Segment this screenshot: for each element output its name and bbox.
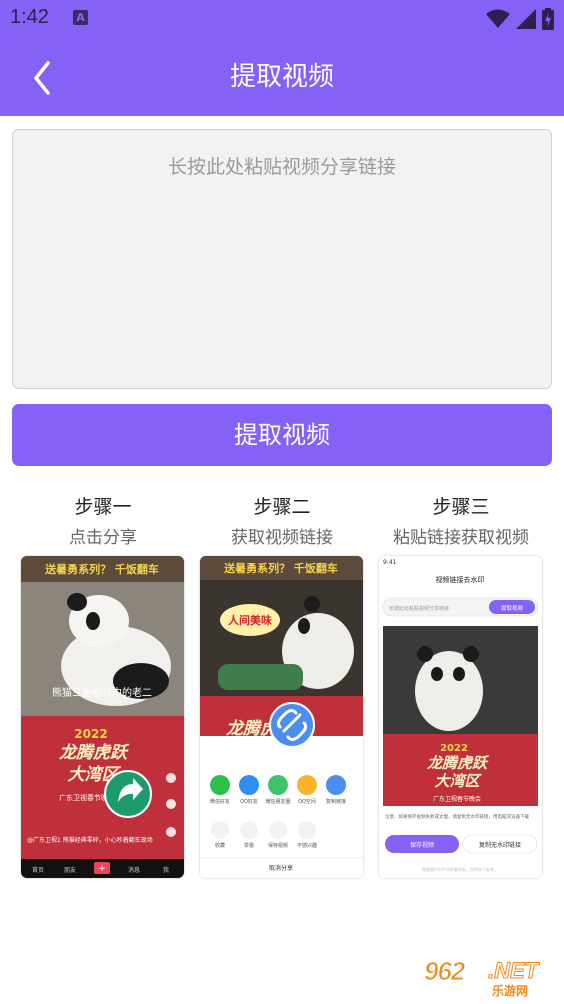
panda-ear-left bbox=[67, 593, 87, 611]
page-title: 提取视频 bbox=[229, 62, 334, 92]
panda-eye-patch bbox=[86, 612, 100, 630]
step2-screenshot: 送暑勇系列？ 千饭翻车 人间美味 龙腾虎跃 微信好友 QQ好友 微信朋友圈 QQ… bbox=[200, 556, 363, 878]
step-title: 步骤三 bbox=[432, 496, 490, 518]
notification-icon: A bbox=[73, 10, 88, 25]
qq-icon bbox=[239, 775, 259, 795]
nav-add: + bbox=[98, 864, 106, 874]
step3-screenshot: 9:41 视频链接去水印 长按此处粘贴视频分享链接 提取视频 2022 龙腾虎跃… bbox=[379, 556, 542, 878]
battery-icon bbox=[542, 8, 554, 30]
share-label: 微信朋友圈 bbox=[265, 798, 290, 805]
share-label: 保存视频 bbox=[268, 842, 288, 849]
report-icon bbox=[240, 821, 258, 839]
watermark-suffix: .NET bbox=[487, 958, 539, 984]
forward-icon bbox=[166, 827, 176, 837]
panda-body bbox=[415, 651, 483, 731]
mini-copy-label: 复制无水印链接 bbox=[479, 841, 521, 849]
banner-text: 送暑勇系列？ 千饭翻车 bbox=[223, 561, 338, 575]
step1-screenshot: 送暑勇系列？ 千饭翻车 熊猫三胞胎当中的老二 2022 龙腾虎跃 大湾区 广东卫… bbox=[21, 556, 184, 878]
back-button[interactable] bbox=[22, 58, 62, 98]
chevron-left-icon bbox=[34, 61, 50, 95]
status-icons bbox=[486, 8, 554, 30]
link-input[interactable] bbox=[13, 130, 551, 388]
share-label: QQ好友 bbox=[240, 798, 258, 805]
mini-footer: 视频图片归平台作者所有，仅供学习参考。 bbox=[422, 866, 498, 872]
signal-icon bbox=[516, 9, 536, 29]
watermark-site: 乐游网 bbox=[492, 984, 529, 998]
mini-save-label: 保存视频 bbox=[410, 841, 434, 849]
mini-input-placeholder: 长按此处粘贴视频分享链接 bbox=[389, 605, 449, 612]
step-desc: 获取视频链接 bbox=[231, 528, 333, 548]
favorite-icon bbox=[211, 821, 229, 839]
share-label: 微信好友 bbox=[210, 798, 230, 805]
save-video-icon bbox=[269, 821, 287, 839]
share-label: QQ空间 bbox=[298, 798, 316, 805]
poster-line1: 龙腾虎跃 bbox=[427, 754, 490, 772]
share-label: 复制链接 bbox=[326, 798, 346, 805]
poster-line2: 大湾区 bbox=[434, 772, 482, 790]
moments-icon bbox=[268, 775, 288, 795]
like-icon bbox=[166, 773, 176, 783]
extract-button[interactable]: 提取视频 bbox=[12, 404, 552, 466]
copy-link-icon bbox=[326, 775, 346, 795]
wifi-icon bbox=[486, 9, 510, 28]
status-bar: 1:42 A bbox=[0, 0, 564, 38]
cancel-share: 取消分享 bbox=[269, 864, 293, 872]
mini-title: 视频链接去水印 bbox=[436, 575, 485, 584]
panda-ear bbox=[304, 596, 320, 612]
wechat-icon bbox=[210, 775, 230, 795]
step-desc: 点击分享 bbox=[69, 528, 137, 548]
mini-extract-label: 提取视频 bbox=[501, 604, 524, 612]
nav-home: 首页 bbox=[32, 866, 44, 874]
banner-text: 送暑勇系列？ 千饭翻车 bbox=[44, 562, 159, 576]
panda-eye-patch bbox=[298, 618, 310, 634]
nav-messages: 消息 bbox=[128, 866, 140, 874]
step-title: 步骤二 bbox=[253, 496, 311, 518]
step-1: 步骤一 点击分享 bbox=[13, 494, 193, 550]
panda-eye-patch bbox=[453, 667, 465, 681]
qzone-icon bbox=[297, 775, 317, 795]
step-2: 步骤二 获取视频链接 bbox=[192, 494, 372, 550]
poster-line1: 龙腾虎跃 bbox=[59, 743, 130, 763]
comment-icon bbox=[166, 799, 176, 809]
food-tray bbox=[218, 664, 303, 690]
panda-ear bbox=[463, 646, 479, 662]
panda-eye-patch bbox=[431, 667, 443, 681]
nav-friends: 朋友 bbox=[64, 866, 76, 874]
not-interested-icon bbox=[298, 821, 316, 839]
mini-time: 9:41 bbox=[383, 559, 397, 566]
author-line: @广东卫视1 熊猫经典零碎，小心吵着翻车现场 bbox=[27, 836, 153, 844]
site-watermark: 962 .NET 乐游网 bbox=[423, 956, 556, 999]
mini-note: 注意：如果保存视频失败或太慢，请复制无水印链接，用电脑浏览器下载 bbox=[385, 813, 529, 820]
poster-channel: 广东卫视春节晚会 bbox=[433, 795, 481, 803]
share-label: 举报 bbox=[244, 842, 254, 849]
nav-me: 我 bbox=[163, 866, 169, 874]
step-desc: 粘贴链接获取视频 bbox=[393, 528, 529, 548]
share-label: 收藏 bbox=[215, 842, 225, 849]
bubble-text: 人间美味 bbox=[228, 613, 272, 627]
step2-illustration: 送暑勇系列？ 千饭翻车 人间美味 龙腾虎跃 微信好友 QQ好友 微信朋友圈 QQ… bbox=[200, 556, 363, 878]
panda-ear bbox=[417, 646, 433, 662]
step3-illustration: 9:41 视频链接去水印 长按此处粘贴视频分享链接 提取视频 2022 龙腾虎跃… bbox=[379, 556, 542, 878]
step-3: 步骤三 粘贴链接获取视频 bbox=[371, 494, 551, 550]
step-title: 步骤一 bbox=[74, 496, 132, 518]
share-label: 不感兴趣 bbox=[297, 842, 317, 849]
watermark-number: 962 bbox=[423, 956, 465, 987]
link-input-box[interactable] bbox=[12, 129, 552, 389]
poster-year: 2022 bbox=[440, 743, 468, 754]
poster-year: 2022 bbox=[74, 727, 107, 741]
status-time: 1:42 bbox=[10, 6, 49, 28]
app-header: 1:42 A 提取视频 bbox=[0, 0, 564, 116]
step1-illustration: 送暑勇系列？ 千饭翻车 熊猫三胞胎当中的老二 2022 龙腾虎跃 大湾区 广东卫… bbox=[21, 556, 184, 878]
video-caption: 熊猫三胞胎当中的老二 bbox=[52, 686, 152, 699]
